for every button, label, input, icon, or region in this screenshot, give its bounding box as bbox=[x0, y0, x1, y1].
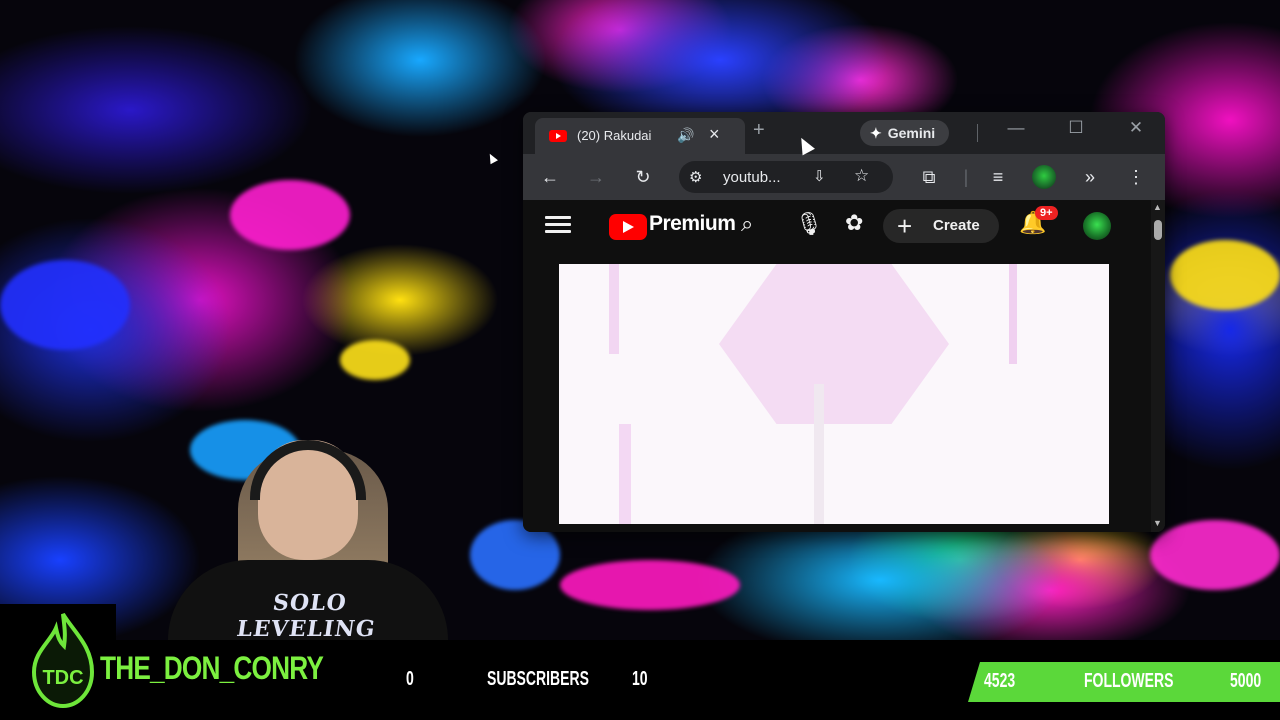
notifications-badge: 9+ bbox=[1035, 206, 1058, 220]
video-player[interactable] bbox=[559, 264, 1109, 524]
wallpaper-splash bbox=[1170, 240, 1280, 310]
tab-strip: (20) Rakudai 🔊 × + ✦ Gemini — ☐ ✕ bbox=[523, 112, 1165, 154]
shirt-print: SOLO LEVELING bbox=[234, 590, 378, 642]
browser-window: (20) Rakudai 🔊 × + ✦ Gemini — ☐ ✕ ← → ↻ ⚙… bbox=[523, 112, 1165, 532]
bookmark-star-icon[interactable]: ☆ bbox=[854, 166, 869, 186]
gemini-label: Gemini bbox=[887, 125, 936, 141]
profile-avatar[interactable] bbox=[1032, 165, 1056, 189]
overflow-chevron-icon[interactable]: » bbox=[1077, 167, 1103, 188]
install-app-icon[interactable]: ⇩ bbox=[813, 167, 826, 185]
create-label: Create bbox=[933, 217, 980, 234]
url-text: youtub... bbox=[723, 169, 781, 186]
gemini-button[interactable]: ✦ Gemini bbox=[860, 120, 950, 146]
plus-icon: + bbox=[897, 211, 913, 241]
wallpaper-splash bbox=[0, 260, 130, 350]
youtube-page: Premium ⌕ 🎙 ✿ + Create 🔔 9+ ▲ ▼ bbox=[523, 200, 1165, 532]
create-sparkle-icon[interactable]: ✿ bbox=[845, 210, 863, 236]
webcam-feed: SOLO LEVELING bbox=[118, 420, 448, 650]
channel-logo: TDC bbox=[31, 612, 95, 708]
search-icon[interactable]: ⌕ bbox=[741, 211, 753, 237]
scroll-down-icon[interactable]: ▼ bbox=[1153, 518, 1162, 528]
maximize-icon[interactable]: ☐ bbox=[1053, 118, 1099, 138]
video-frame-shape bbox=[619, 424, 631, 524]
speaker-icon[interactable]: 🔊 bbox=[677, 127, 694, 144]
video-frame-shape bbox=[719, 264, 949, 424]
media-controls-icon[interactable]: ≡ bbox=[985, 167, 1011, 188]
video-frame-shape bbox=[814, 384, 824, 524]
youtube-logo-icon[interactable] bbox=[609, 214, 647, 240]
address-bar[interactable]: ⚙ youtub... ⇩ ☆ bbox=[679, 161, 893, 193]
tab-title: (20) Rakudai bbox=[577, 128, 652, 143]
create-button[interactable]: + Create bbox=[883, 209, 999, 243]
divider: | bbox=[963, 167, 969, 187]
site-settings-icon[interactable]: ⚙ bbox=[689, 168, 702, 186]
extensions-icon[interactable]: ⧉ bbox=[916, 167, 942, 188]
subscribers-goal: 10 bbox=[632, 668, 648, 690]
scrollbar-thumb[interactable] bbox=[1154, 220, 1162, 240]
followers-goal: 5000 bbox=[1230, 670, 1262, 692]
minimize-icon[interactable]: — bbox=[993, 118, 1039, 138]
back-icon[interactable]: ← bbox=[537, 167, 563, 188]
close-window-icon[interactable]: ✕ bbox=[1113, 118, 1159, 138]
logo-text: TDC bbox=[42, 667, 83, 689]
followers-count: 4523 bbox=[984, 670, 1016, 692]
video-frame-shape bbox=[1009, 264, 1017, 364]
page-scrollbar[interactable]: ▲ ▼ bbox=[1151, 200, 1165, 532]
account-avatar[interactable] bbox=[1083, 212, 1111, 240]
divider bbox=[977, 124, 978, 142]
youtube-premium-wordmark[interactable]: Premium bbox=[649, 212, 736, 236]
browser-toolbar: ← → ↻ ⚙ youtub... ⇩ ☆ ⧉ | ≡ » ⋮ bbox=[523, 154, 1165, 200]
reload-icon[interactable]: ↻ bbox=[630, 167, 656, 188]
kebab-menu-icon[interactable]: ⋮ bbox=[1123, 167, 1149, 188]
wallpaper-splash bbox=[340, 340, 410, 380]
microphone-icon[interactable]: 🎙 bbox=[795, 211, 823, 237]
wallpaper-splash bbox=[230, 180, 350, 250]
new-tab-icon[interactable]: + bbox=[753, 119, 765, 142]
youtube-favicon-icon bbox=[549, 130, 567, 142]
wallpaper-splash bbox=[1150, 520, 1280, 590]
followers-goal-bar: 4523 FOLLOWERS 5000 bbox=[968, 662, 1280, 702]
hamburger-menu-icon[interactable] bbox=[545, 212, 571, 237]
followers-label: FOLLOWERS bbox=[1084, 670, 1174, 692]
youtube-header: Premium ⌕ 🎙 ✿ + Create 🔔 9+ bbox=[523, 200, 1153, 250]
wallpaper-splash bbox=[560, 560, 740, 610]
forward-icon[interactable]: → bbox=[583, 167, 609, 188]
tab-youtube[interactable]: (20) Rakudai 🔊 × bbox=[535, 118, 745, 154]
subscribers-count: 0 bbox=[406, 668, 414, 690]
subscribers-label: SUBSCRIBERS bbox=[487, 668, 589, 690]
close-tab-icon[interactable]: × bbox=[709, 124, 720, 145]
scroll-up-icon[interactable]: ▲ bbox=[1153, 202, 1162, 212]
headset bbox=[250, 440, 366, 500]
channel-name: THE_DON_CONRY bbox=[100, 650, 324, 686]
gemini-spark-icon: ✦ bbox=[870, 125, 882, 141]
video-frame-shape bbox=[609, 264, 619, 354]
